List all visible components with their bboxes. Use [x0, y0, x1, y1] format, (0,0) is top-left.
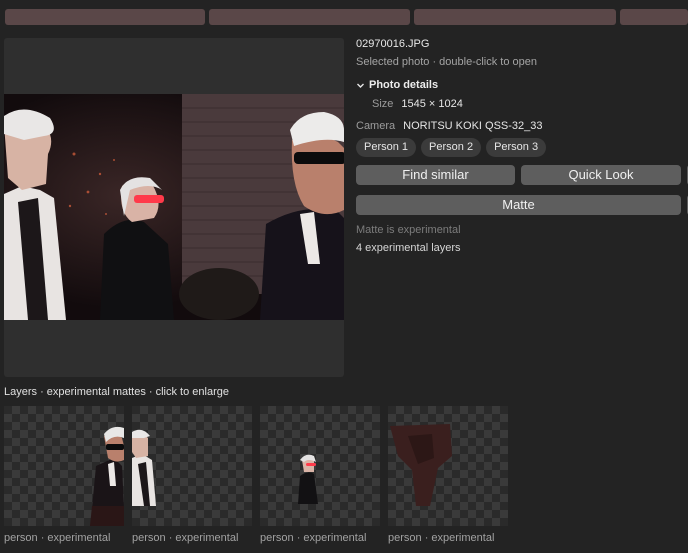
layer-thumbnail[interactable] — [388, 406, 508, 526]
layers-caption: Layers · experimental mattes · click to … — [4, 386, 229, 398]
layer-thumbnail[interactable] — [4, 406, 124, 526]
photo-details-toggle[interactable]: Photo details — [356, 79, 438, 91]
strip-thumbnail[interactable] — [414, 9, 616, 25]
matte-button[interactable]: Matte — [356, 195, 681, 215]
person-chip[interactable]: Person 3 — [486, 138, 547, 157]
size-row: Size 1545 × 1024 — [372, 98, 463, 110]
matte-image — [298, 454, 318, 504]
matte-experimental-note: Matte is experimental — [356, 224, 461, 236]
open-hint: Selected photo · double-click to open — [356, 56, 538, 68]
layer-label: person · experimental — [388, 532, 495, 544]
matte-image — [390, 424, 452, 506]
strip-thumbnail[interactable] — [620, 9, 688, 25]
find-similar-button[interactable]: Find similar — [356, 165, 515, 185]
size-label: Size — [372, 98, 394, 110]
people-chips: Person 1 Person 2 Person 3 — [356, 138, 547, 157]
chevron-down-icon — [357, 83, 364, 88]
layer-label: person · experimental — [260, 532, 367, 544]
strip-thumbnail[interactable] — [209, 9, 410, 25]
layer-thumbnail[interactable] — [260, 406, 380, 526]
photo-browser-window: 02970016.JPG Selected photo · double-cli… — [0, 0, 688, 553]
file-name: 02970016.JPG — [356, 38, 430, 50]
layer-label: person · experimental — [132, 532, 239, 544]
photo-preview[interactable] — [4, 38, 344, 377]
matte-image — [132, 429, 156, 506]
layer-thumbnail[interactable] — [132, 406, 252, 526]
person-chip[interactable]: Person 1 — [356, 138, 417, 157]
strip-thumbnail[interactable] — [5, 9, 205, 25]
layers-count: 4 experimental layers — [356, 242, 461, 254]
layer-label: person · experimental — [4, 532, 111, 544]
camera-row: Camera NORITSU KOKI QSS-32_33 — [356, 120, 543, 132]
thumbnail-strip — [0, 0, 688, 34]
matte-image — [90, 426, 124, 526]
camera-label: Camera — [356, 120, 396, 132]
camera-value: NORITSU KOKI QSS-32_33 — [403, 120, 543, 132]
section-title: Photo details — [369, 79, 439, 91]
quick-look-button[interactable]: Quick Look — [521, 165, 681, 185]
size-value: 1545 × 1024 — [401, 98, 463, 110]
photo-image[interactable] — [4, 94, 344, 320]
person-chip[interactable]: Person 2 — [421, 138, 482, 157]
